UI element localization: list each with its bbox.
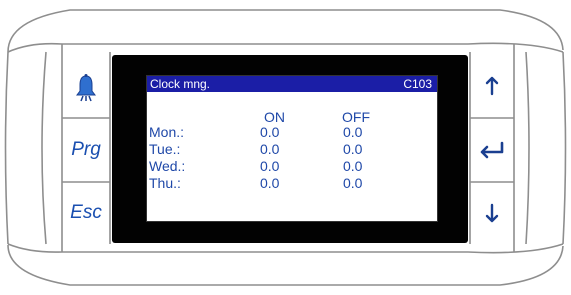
day-label: Wed.: xyxy=(149,158,186,174)
on-value: 0.0 xyxy=(260,175,280,191)
lcd-screen: Clock mng. C103 ON OFF Mon.: 0.0 0.0 Tue… xyxy=(146,75,438,222)
arrow-down-icon xyxy=(485,203,499,223)
screen-code: C103 xyxy=(403,77,432,91)
off-value: 0.0 xyxy=(343,175,363,191)
schedule-row: Thu.: 0.0 0.0 xyxy=(147,175,437,191)
alarm-button[interactable] xyxy=(63,60,109,116)
column-on-header: ON xyxy=(264,109,285,125)
bell-icon xyxy=(76,74,96,102)
on-value: 0.0 xyxy=(260,141,280,157)
esc-button[interactable]: Esc xyxy=(63,184,109,242)
prg-button[interactable]: Prg xyxy=(63,120,109,180)
schedule-row: Mon.: 0.0 0.0 xyxy=(147,124,437,140)
schedule-row: Tue.: 0.0 0.0 xyxy=(147,141,437,157)
off-value: 0.0 xyxy=(343,141,363,157)
day-label: Tue.: xyxy=(149,141,181,157)
screen-title: Clock mng. xyxy=(150,77,211,91)
down-button[interactable] xyxy=(471,184,513,242)
esc-label: Esc xyxy=(70,202,102,223)
schedule-row: Wed.: 0.0 0.0 xyxy=(147,158,437,174)
off-value: 0.0 xyxy=(343,158,363,174)
enter-icon xyxy=(480,141,504,159)
off-value: 0.0 xyxy=(343,124,363,140)
up-button[interactable] xyxy=(471,56,513,116)
prg-label: Prg xyxy=(71,139,101,160)
day-label: Mon.: xyxy=(149,124,185,140)
enter-button[interactable] xyxy=(471,120,513,180)
screen-header: Clock mng. C103 xyxy=(147,76,437,92)
arrow-up-icon xyxy=(485,76,499,96)
column-off-header: OFF xyxy=(342,109,370,125)
on-value: 0.0 xyxy=(260,124,280,140)
on-value: 0.0 xyxy=(260,158,280,174)
day-label: Thu.: xyxy=(149,175,181,191)
